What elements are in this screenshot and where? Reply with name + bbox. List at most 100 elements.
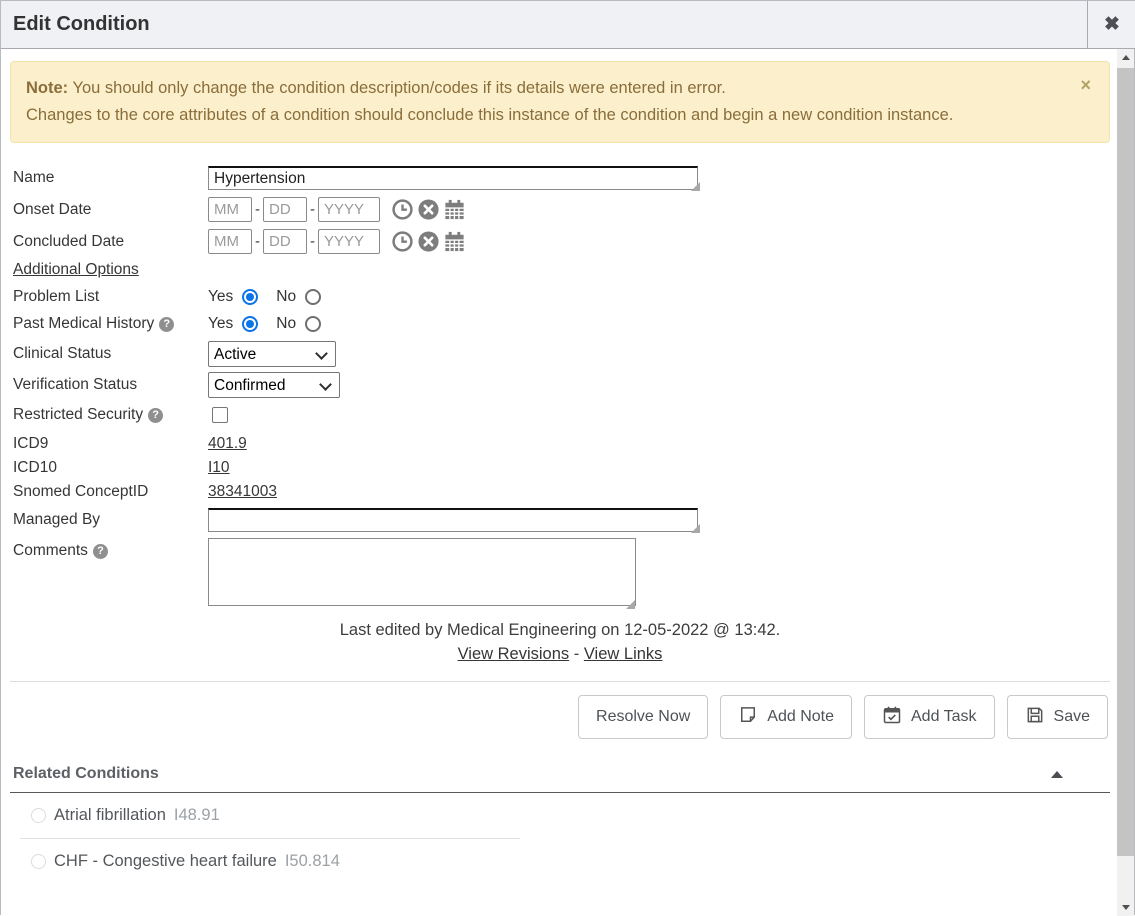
page-title: Edit Condition xyxy=(1,13,1087,36)
clear-date-icon[interactable] xyxy=(417,198,440,221)
save-button[interactable]: Save xyxy=(1007,695,1108,739)
problem-list-row: Problem List Yes No xyxy=(13,288,1110,306)
scrollbar-thumb[interactable] xyxy=(1117,68,1134,856)
clinical-status-select[interactable]: Active xyxy=(208,341,336,367)
verification-status-select[interactable]: Confirmed xyxy=(208,372,340,398)
onset-date-label: Onset Date xyxy=(13,201,208,219)
resize-grip-icon[interactable] xyxy=(691,524,700,533)
past-medical-history-label: Past Medical History xyxy=(13,315,154,333)
condition-radio-icon[interactable] xyxy=(31,854,46,869)
date-separator: - xyxy=(255,201,260,218)
onset-day-input[interactable] xyxy=(263,197,307,222)
close-icon: ✖ xyxy=(1104,13,1120,36)
clinical-status-row: Clinical Status Active xyxy=(13,341,1110,367)
note-icon xyxy=(738,705,758,730)
name-input[interactable] xyxy=(208,166,698,190)
icd9-row: ICD9 401.9 xyxy=(13,435,1110,453)
comments-textarea[interactable] xyxy=(208,538,636,606)
comments-row: Comments ? xyxy=(13,538,1110,611)
view-links-row: View Revisions - View Links xyxy=(10,645,1110,664)
icd9-code-link[interactable]: 401.9 xyxy=(208,435,247,453)
snomed-row: Snomed ConceptID 38341003 xyxy=(13,483,1110,501)
concluded-month-input[interactable] xyxy=(208,229,252,254)
onset-month-input[interactable] xyxy=(208,197,252,222)
note-line1: Note: You should only change the conditi… xyxy=(26,75,1065,102)
scroll-down-button[interactable] xyxy=(1117,899,1134,916)
additional-options-row: Additional Options xyxy=(13,261,1110,279)
related-conditions-header[interactable]: Related Conditions xyxy=(10,765,1110,783)
action-buttons-row: Resolve Now Add Note Add Task Save xyxy=(10,695,1110,739)
problem-list-label: Problem List xyxy=(13,288,208,306)
clinical-status-label: Clinical Status xyxy=(13,345,208,363)
arrow-down-icon xyxy=(1122,905,1130,910)
onset-year-input[interactable] xyxy=(318,197,380,222)
related-condition-item[interactable]: CHF - Congestive heart failure I50.814 xyxy=(10,839,1110,884)
resize-grip-icon[interactable] xyxy=(626,600,635,609)
help-icon[interactable]: ? xyxy=(93,544,108,559)
snomed-code-link[interactable]: 38341003 xyxy=(208,483,277,501)
edit-condition-form: Name Onset Date - - xyxy=(10,166,1110,611)
save-icon xyxy=(1025,705,1045,730)
add-note-button[interactable]: Add Note xyxy=(720,695,852,739)
managed-by-label: Managed By xyxy=(13,511,208,529)
concluded-date-row: Concluded Date - - xyxy=(13,229,1110,254)
clock-icon[interactable] xyxy=(391,198,414,221)
view-revisions-link[interactable]: View Revisions xyxy=(458,645,570,663)
clock-icon[interactable] xyxy=(391,230,414,253)
pmh-no-radio[interactable] xyxy=(305,316,321,332)
managed-by-input[interactable] xyxy=(208,508,698,532)
managed-by-row: Managed By xyxy=(13,508,1110,532)
condition-radio-icon[interactable] xyxy=(31,808,46,823)
restricted-security-checkbox[interactable] xyxy=(212,407,228,423)
pmh-yes-radio[interactable] xyxy=(242,316,258,332)
related-conditions-section: Related Conditions Atrial fibrillation I… xyxy=(10,765,1110,884)
resize-grip-icon[interactable] xyxy=(691,182,700,191)
resolve-now-button[interactable]: Resolve Now xyxy=(578,695,708,739)
additional-options-link[interactable]: Additional Options xyxy=(13,261,139,279)
calendar-icon[interactable] xyxy=(443,230,466,253)
dialog-header: Edit Condition ✖ xyxy=(1,1,1135,49)
note-line2: Changes to the core attributes of a cond… xyxy=(26,102,986,129)
pmh-no-label: No xyxy=(276,315,296,333)
arrow-up-icon xyxy=(1122,55,1130,60)
collapse-caret-icon[interactable] xyxy=(1051,771,1063,778)
problem-list-no-radio[interactable] xyxy=(305,289,321,305)
snomed-label: Snomed ConceptID xyxy=(13,483,208,501)
vertical-scrollbar[interactable] xyxy=(1117,49,1134,916)
related-condition-item[interactable]: Atrial fibrillation I48.91 xyxy=(10,793,1110,838)
scroll-up-button[interactable] xyxy=(1117,49,1134,66)
close-button[interactable]: ✖ xyxy=(1087,1,1135,48)
name-label: Name xyxy=(13,169,208,187)
help-icon[interactable]: ? xyxy=(159,317,174,332)
add-task-button[interactable]: Add Task xyxy=(864,695,995,739)
calendar-icon[interactable] xyxy=(443,198,466,221)
comments-label: Comments xyxy=(13,542,88,560)
section-divider xyxy=(10,681,1110,682)
date-separator: - xyxy=(310,201,315,218)
verification-status-row: Verification Status Confirmed xyxy=(13,372,1110,398)
help-icon[interactable]: ? xyxy=(148,408,163,423)
icd9-label: ICD9 xyxy=(13,435,208,453)
note-banner: Note: You should only change the conditi… xyxy=(10,61,1110,143)
verification-status-select-wrap: Confirmed xyxy=(208,372,340,398)
clear-date-icon[interactable] xyxy=(417,230,440,253)
pmh-yes-label: Yes xyxy=(208,315,233,333)
problem-list-no-label: No xyxy=(276,288,296,306)
icd10-code-link[interactable]: I10 xyxy=(208,459,230,477)
note-dismiss-icon[interactable]: × xyxy=(1080,78,1091,92)
problem-list-yes-radio[interactable] xyxy=(242,289,258,305)
concluded-date-label: Concluded Date xyxy=(13,233,208,251)
clinical-status-select-wrap: Active xyxy=(208,341,336,367)
related-conditions-title: Related Conditions xyxy=(13,765,159,783)
date-separator: - xyxy=(310,233,315,250)
verification-status-label: Verification Status xyxy=(13,376,208,394)
concluded-year-input[interactable] xyxy=(318,229,380,254)
past-medical-history-row: Past Medical History ? Yes No xyxy=(13,315,1110,333)
concluded-day-input[interactable] xyxy=(263,229,307,254)
last-edited-text: Last edited by Medical Engineering on 12… xyxy=(10,621,1110,640)
view-links-link[interactable]: View Links xyxy=(584,645,663,663)
restricted-security-label: Restricted Security xyxy=(13,406,143,424)
dialog-body: Note: You should only change the conditi… xyxy=(1,49,1119,916)
link-separator: - xyxy=(574,645,580,663)
note-prefix: Note: xyxy=(26,79,68,97)
